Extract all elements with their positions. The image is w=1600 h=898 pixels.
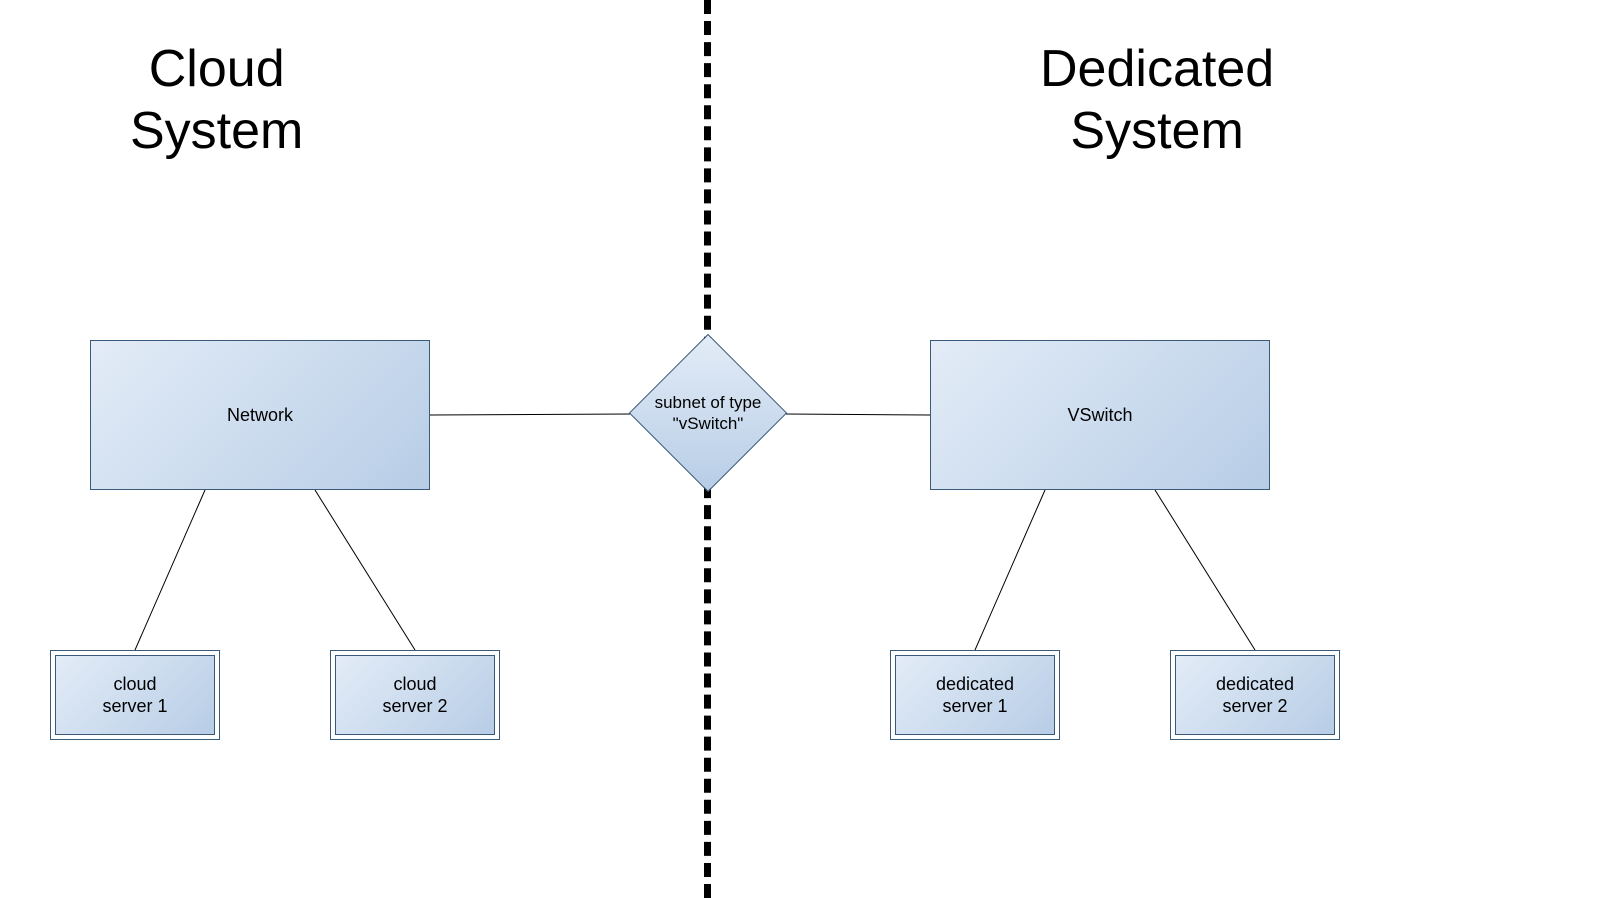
server-label: dedicated server 1 [936,673,1014,718]
server-label: cloud server 2 [382,673,447,718]
node-dedicated-server-2: dedicated server 2 [1175,655,1335,735]
server-label: dedicated server 2 [1216,673,1294,718]
node-cloud-server-2: cloud server 2 [335,655,495,735]
title-line: System [130,102,303,160]
server-label: cloud server 1 [102,673,167,718]
title-line: Cloud [149,40,285,98]
node-subnet-diamond: subnet of type "vSwitch" [630,335,786,491]
node-network: Network [90,340,430,490]
node-dedicated-server-1: dedicated server 1 [895,655,1055,735]
title-cloud-system: Cloud System [130,38,303,163]
title-dedicated-system: Dedicated System [1040,38,1274,163]
diamond-label: subnet of type "vSwitch" [630,335,786,491]
node-label: Network [227,405,293,426]
node-label: VSwitch [1067,405,1132,426]
node-cloud-server-1: cloud server 1 [55,655,215,735]
title-line: System [1070,102,1243,160]
node-vswitch: VSwitch [930,340,1270,490]
title-line: Dedicated [1040,40,1274,98]
